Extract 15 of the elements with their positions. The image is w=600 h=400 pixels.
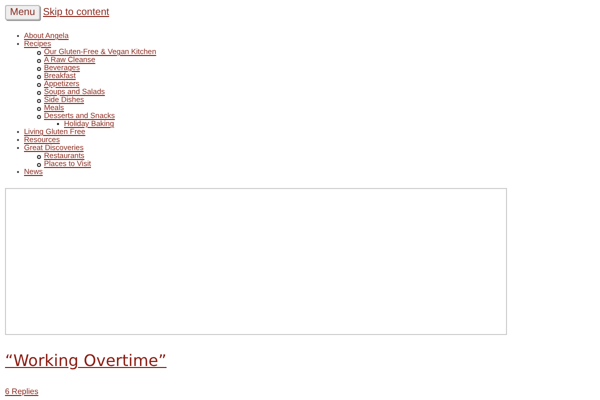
bullet-icon	[37, 115, 41, 119]
skip-link[interactable]: Skip to content	[43, 7, 110, 18]
bullet-icon	[37, 107, 41, 111]
bullet-icon	[37, 99, 41, 103]
bullet-icon	[37, 91, 41, 95]
bullet-icon	[37, 59, 41, 63]
replies-link[interactable]: 6 Replies	[5, 387, 38, 396]
bullet-icon	[37, 75, 41, 79]
bullet-icon	[37, 51, 41, 55]
post-title[interactable]: “Working Overtime”	[5, 351, 167, 370]
bullet-icon	[37, 155, 41, 159]
bullet-icon	[37, 83, 41, 87]
bullet-icon	[37, 67, 41, 71]
menu-button[interactable]: Menu	[5, 5, 40, 20]
bullet-icon	[37, 163, 41, 167]
